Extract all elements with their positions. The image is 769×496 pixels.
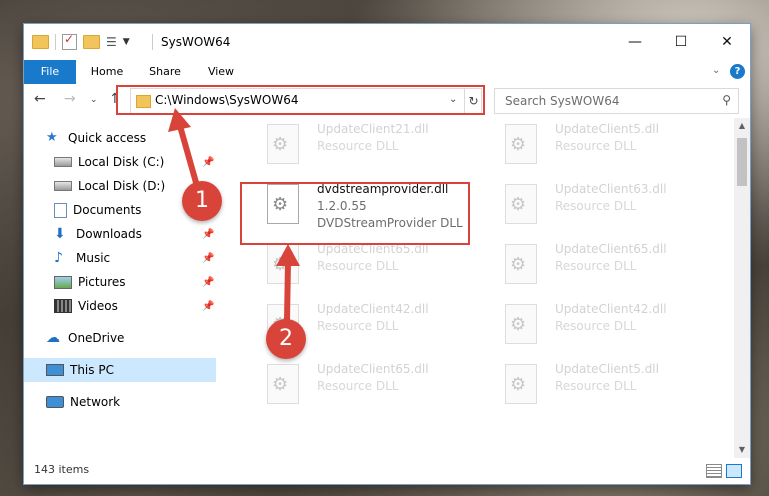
- annotation-arrows: [168, 108, 300, 321]
- arrow-2-shaft: [284, 261, 291, 321]
- arrow-1-head: [168, 108, 191, 132]
- step-1-badge: 1: [182, 181, 222, 221]
- arrow-2-head: [276, 244, 300, 266]
- arrow-1-shaft: [177, 125, 200, 187]
- step-2-badge: 2: [266, 319, 306, 359]
